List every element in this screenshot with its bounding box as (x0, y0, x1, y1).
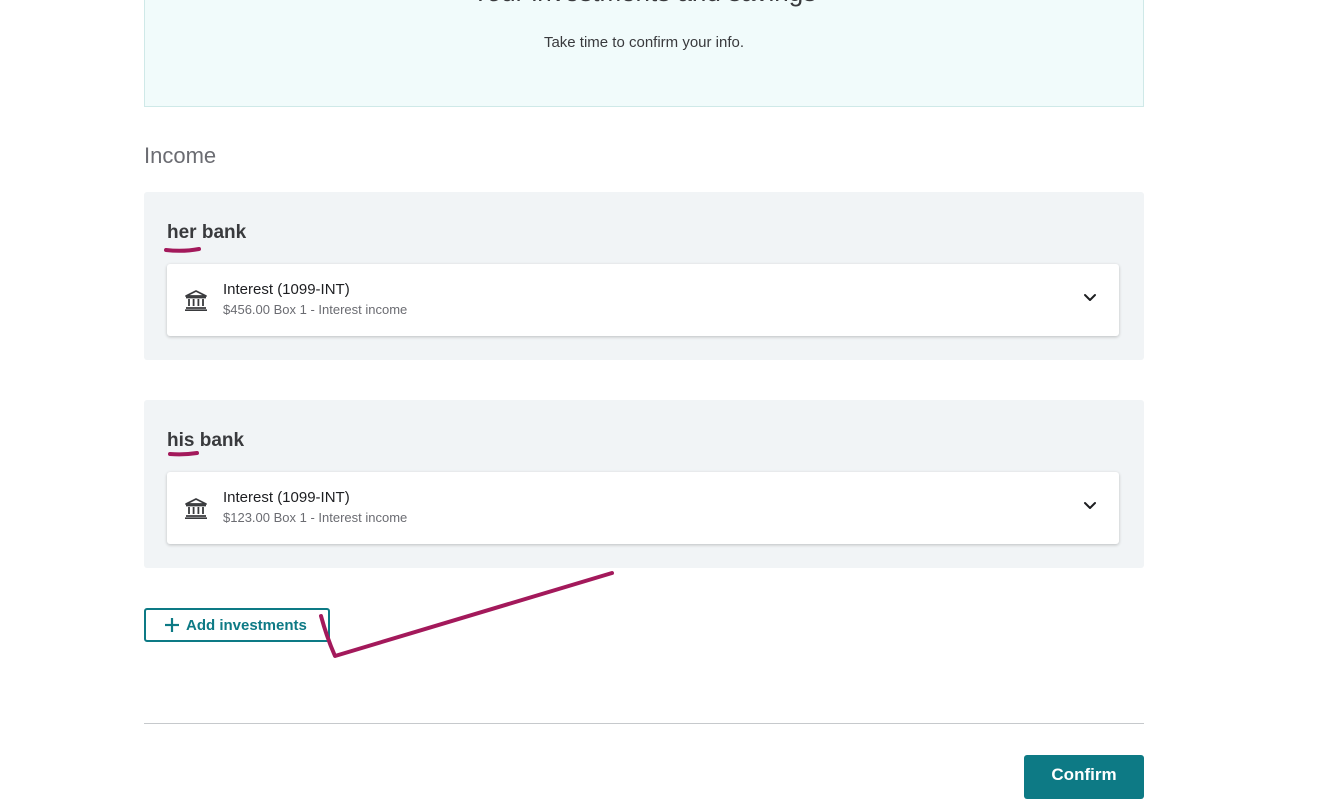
form-row-interest-his-bank[interactable]: Interest (1099-INT) $123.00 Box 1 - Inte… (167, 472, 1119, 544)
add-investments-button[interactable]: Add investments (144, 608, 330, 642)
plus-icon (165, 618, 179, 632)
form-title: Interest (1099-INT) (223, 281, 350, 298)
annotation-overlay (164, 247, 614, 658)
chevron-down-icon[interactable] (1083, 501, 1097, 511)
income-section-title: Income (144, 143, 217, 168)
bank-name: her bank (167, 222, 247, 243)
bank-card-her-bank: her bank Interest (1099-INT) $456.00 Box… (144, 192, 1144, 360)
page-subtitle: Take time to confirm your info. (543, 34, 745, 51)
header-panel: Your investments and savings Take time t… (144, 0, 1144, 107)
checkmark-annotation (319, 571, 614, 658)
bank-icon (185, 290, 207, 311)
form-title: Interest (1099-INT) (223, 489, 350, 506)
bank-icon (185, 498, 207, 519)
page-title: Your investments and savings (145, 0, 1143, 8)
confirm-button[interactable]: Confirm (1024, 755, 1144, 799)
bank-card-his-bank: his bank Interest (1099-INT) $123.00 Box… (144, 400, 1144, 568)
form-detail: $456.00 Box 1 - Interest income (223, 302, 408, 317)
bank-name: his bank (167, 430, 245, 451)
divider (144, 723, 1144, 724)
form-row-interest-her-bank[interactable]: Interest (1099-INT) $456.00 Box 1 - Inte… (167, 264, 1119, 336)
chevron-down-icon[interactable] (1083, 293, 1097, 303)
form-detail: $123.00 Box 1 - Interest income (223, 510, 408, 525)
add-investments-label: Add investments (186, 616, 307, 634)
